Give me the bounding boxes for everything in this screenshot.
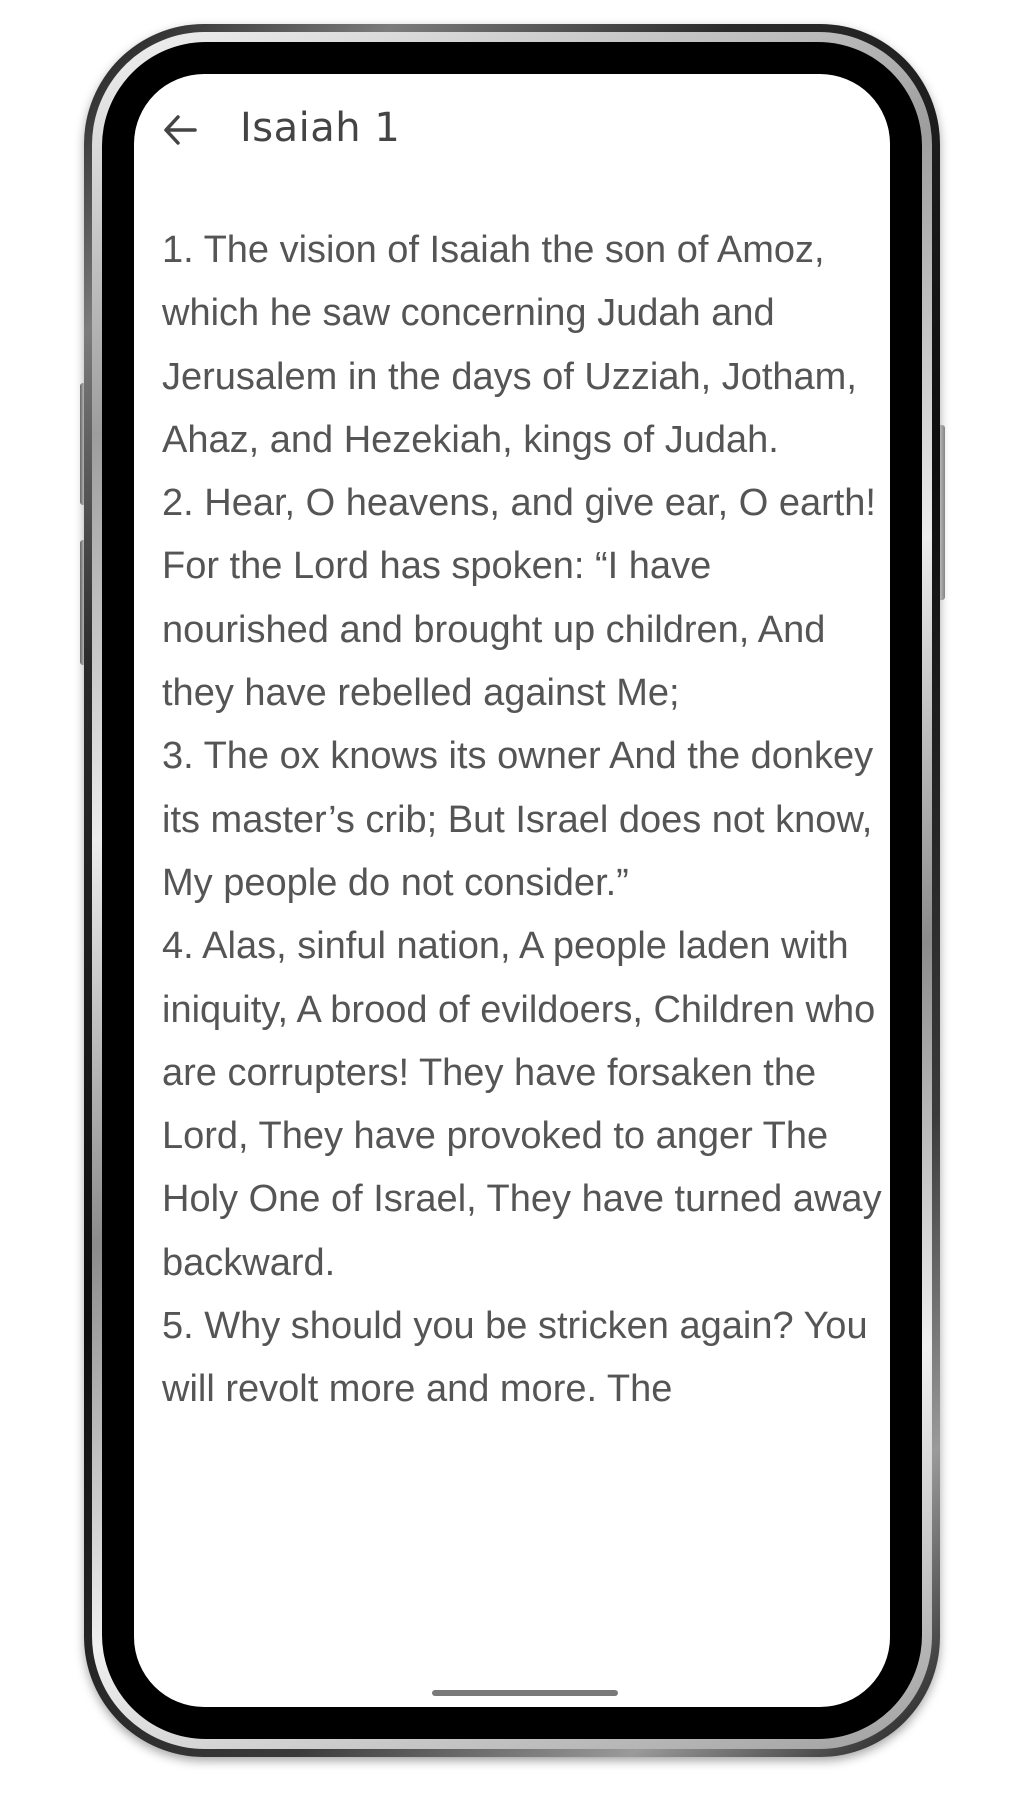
back-button[interactable] bbox=[158, 108, 202, 152]
verse-5: 5. Why should you be stricken again? You… bbox=[162, 1305, 868, 1411]
verse-4: 4. Alas, sinful nation, A people laden w… bbox=[162, 925, 882, 1284]
verse-3: 3. The ox knows its owner And the donkey… bbox=[162, 735, 874, 904]
verse-1: 1. The vision of Isaiah the son of Amoz,… bbox=[162, 229, 857, 461]
page-title: Isaiah 1 bbox=[240, 105, 401, 151]
phone-screen: Isaiah 1 1. The vision of Isaiah the son… bbox=[134, 74, 890, 1707]
app-header: Isaiah 1 bbox=[134, 74, 890, 194]
arrow-left-icon bbox=[164, 115, 197, 145]
verse-2: 2. Hear, O heavens, and give ear, O eart… bbox=[162, 482, 876, 715]
home-indicator[interactable] bbox=[432, 1690, 618, 1696]
chapter-content[interactable]: 1. The vision of Isaiah the son of Amoz,… bbox=[162, 219, 882, 1699]
